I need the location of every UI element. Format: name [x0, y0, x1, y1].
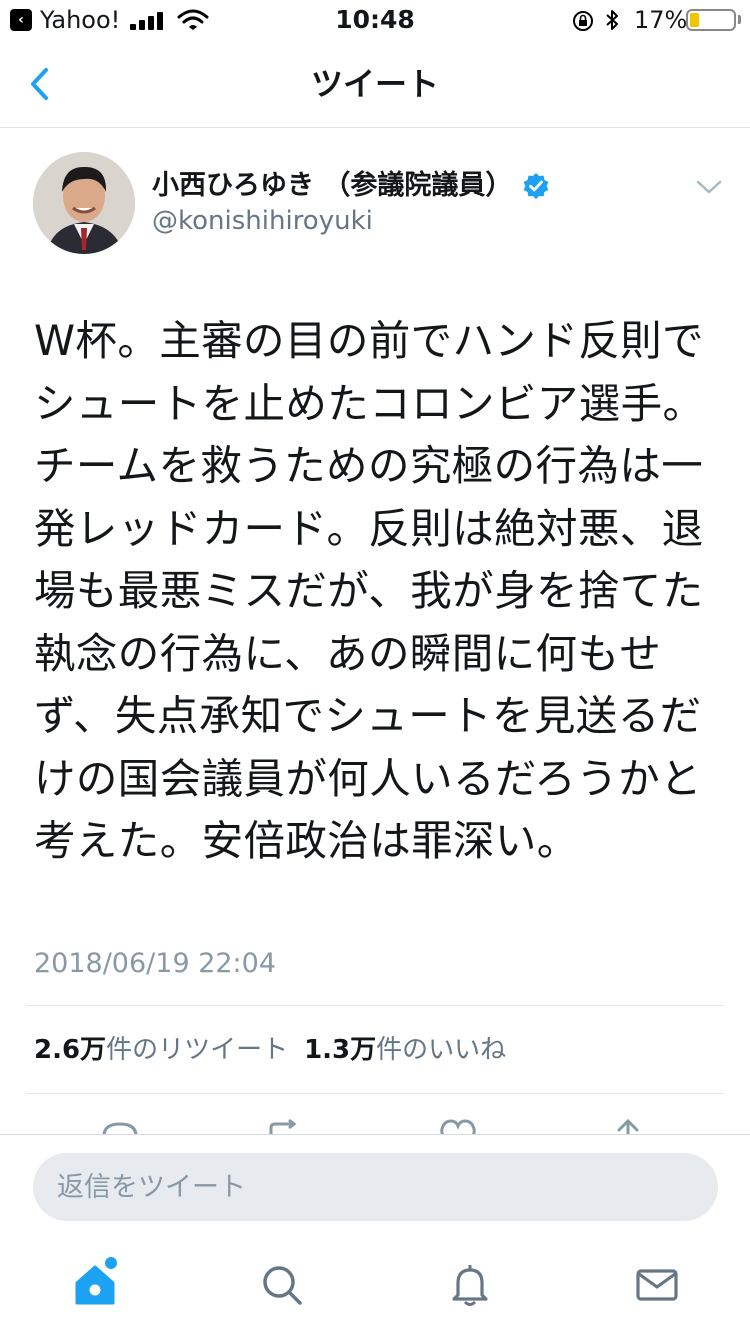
battery-level	[690, 13, 699, 27]
chevron-down-icon[interactable]	[694, 176, 724, 198]
page-title: ツイート	[310, 65, 439, 103]
battery-icon	[686, 9, 736, 31]
author-name[interactable]: 小西ひろゆき （参議院議員）	[152, 168, 512, 204]
home-new-indicator	[105, 1257, 117, 1269]
tweet-stats: 2.6万件のリツイート 1.3万件のいいね	[34, 1030, 506, 1070]
tab-notifications[interactable]	[446, 1261, 494, 1309]
like-count: 1.3万	[304, 1035, 377, 1065]
divider	[26, 1005, 724, 1006]
tweet-text: W杯。主審の目の前でハンド反則でシュートを止めたコロンビア選手。チームを救うため…	[34, 316, 705, 865]
author-handle[interactable]: @konishihiroyuki	[152, 204, 373, 238]
tab-messages[interactable]	[633, 1261, 681, 1309]
retweet-icon[interactable]	[263, 1118, 307, 1134]
bluetooth-icon	[606, 10, 618, 30]
bottom-bar	[0, 1134, 750, 1334]
tab-search[interactable]	[258, 1261, 306, 1309]
likes-stat[interactable]: 1.3万件のいいね	[304, 1035, 506, 1065]
verified-badge-icon	[524, 173, 549, 199]
retweets-stat[interactable]: 2.6万件のリツイート	[34, 1035, 288, 1065]
rotation-lock-icon	[573, 11, 593, 31]
retweet-count: 2.6万	[34, 1035, 107, 1065]
battery-tip	[738, 15, 741, 24]
nav-bar: ツイート	[0, 40, 750, 128]
battery-percent: 17%	[634, 6, 688, 34]
messages-icon	[636, 1269, 678, 1301]
reply-icon[interactable]	[98, 1118, 142, 1134]
share-icon[interactable]	[606, 1118, 650, 1134]
notifications-icon	[452, 1265, 488, 1306]
avatar[interactable]	[33, 152, 135, 254]
like-icon[interactable]	[436, 1118, 480, 1134]
like-label: 件のいいね	[376, 1035, 507, 1065]
search-icon	[263, 1266, 302, 1305]
tweet-timestamp: 2018/06/19 22:04	[34, 948, 277, 979]
tweet-actions	[0, 1094, 750, 1134]
status-bar: ‹ Yahoo! 10:48 17%	[0, 0, 750, 40]
author-name-row[interactable]: 小西ひろゆき （参議院議員）	[152, 166, 550, 206]
reply-input[interactable]	[33, 1153, 718, 1221]
retweet-label: 件のリツイート	[106, 1035, 289, 1065]
